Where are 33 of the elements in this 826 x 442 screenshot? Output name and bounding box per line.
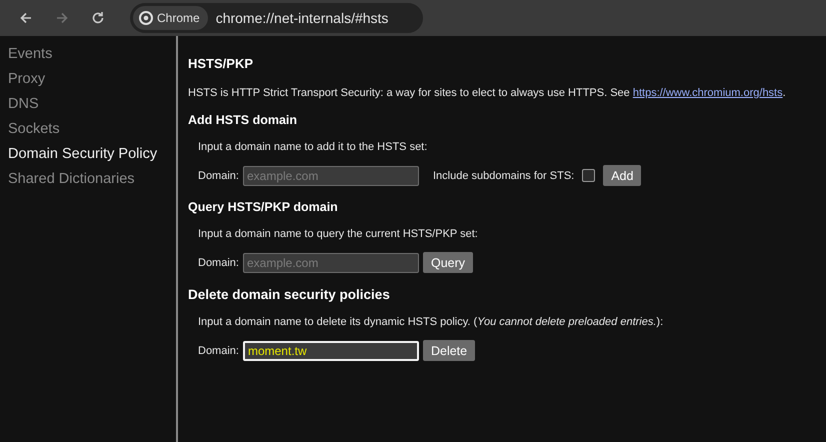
action-button[interactable]: Add bbox=[603, 165, 642, 186]
section-heading: Delete domain security policies bbox=[188, 287, 391, 302]
left-arrow-icon bbox=[18, 10, 34, 26]
sidebar-item[interactable]: DNS bbox=[0, 92, 176, 117]
section-description: Input a domain name to delete its dynamic HSTS policy. (You cannot delete preloaded entries.): bbox=[198, 316, 664, 328]
domain-label: Domain: bbox=[198, 170, 239, 182]
sidebar-item[interactable]: Events bbox=[0, 42, 176, 67]
sidebar-item[interactable]: Proxy bbox=[0, 67, 176, 92]
domain-input-field[interactable]: example.com bbox=[242, 252, 419, 272]
domain-label: Domain: bbox=[198, 256, 239, 268]
section-description: Input a domain name to add it to the HSTS set: bbox=[198, 141, 428, 153]
address-bar[interactable]: Chrome chrome://net-internals/#hsts bbox=[130, 3, 423, 33]
page-heading: HSTS/PKP bbox=[188, 56, 254, 71]
section-description: Input a domain name to query the current HSTS/PKP set: bbox=[198, 228, 479, 240]
browser-logo-icon bbox=[139, 11, 153, 25]
sidebar-item[interactable]: Domain Security Policy bbox=[0, 142, 176, 167]
domain-input-field[interactable]: moment.tw bbox=[242, 340, 419, 360]
sidebar-item[interactable]: Sockets bbox=[0, 117, 176, 142]
delete-button[interactable]: Delete bbox=[422, 340, 476, 361]
hsts-link[interactable]: https://www.chromium.org/hsts bbox=[632, 87, 783, 99]
sidebar-item[interactable]: Shared Dictionaries bbox=[0, 167, 176, 192]
checkbox-label: Include subdomains for STS: bbox=[432, 170, 574, 182]
action-button[interactable]: Query bbox=[422, 252, 474, 273]
domain-label: Domain: bbox=[198, 344, 239, 356]
subdomains-checkbox[interactable] bbox=[582, 169, 596, 182]
section-heading: Query HSTS/PKP domain bbox=[188, 200, 339, 214]
reload-icon bbox=[90, 10, 106, 26]
right-arrow-icon bbox=[54, 10, 70, 26]
intro-text: HSTS is HTTP Strict Transport Security: a way for sites to elect to always use HTTPS. See https://www.chromium.org/hsts. bbox=[188, 87, 787, 99]
domain-input-field[interactable]: example.com bbox=[242, 166, 419, 186]
site-chip[interactable]: Chrome bbox=[133, 6, 208, 30]
section-heading: Add HSTS domain bbox=[188, 113, 298, 127]
url-text: chrome://net-internals/#hsts bbox=[216, 10, 388, 26]
